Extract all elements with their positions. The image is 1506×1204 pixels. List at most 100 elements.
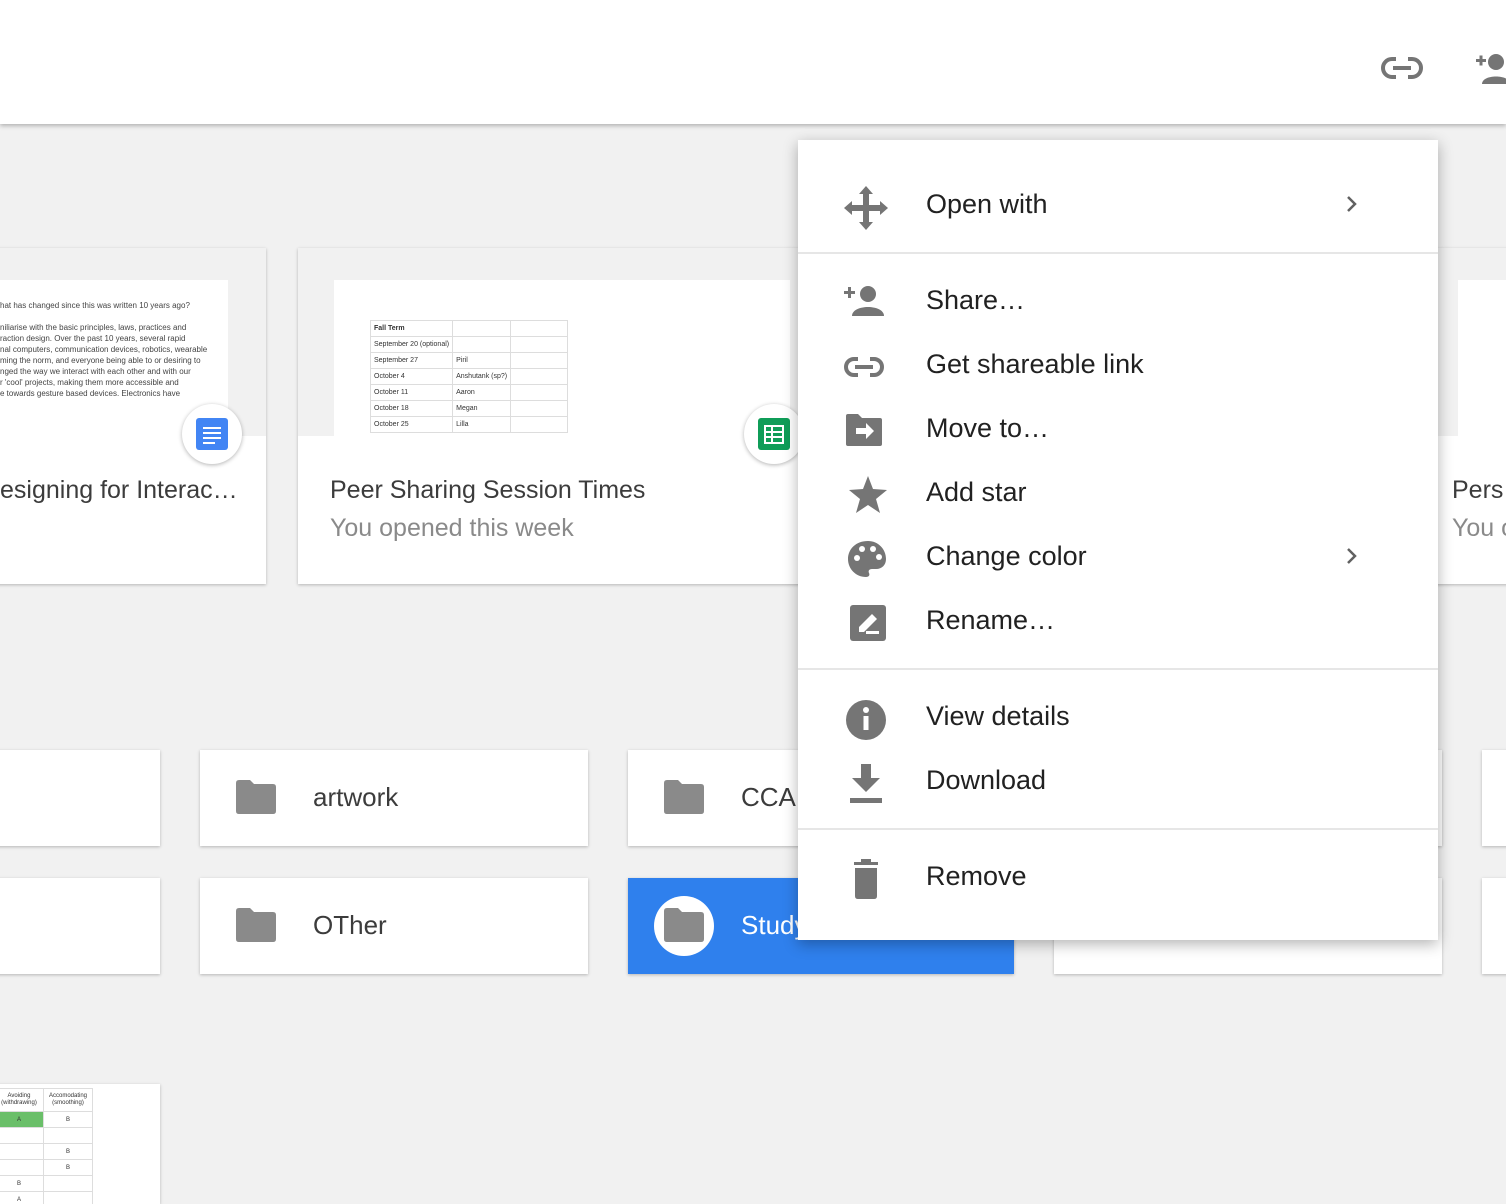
sheet-cell: October 11 [371,385,453,401]
sheet-cell [44,1176,93,1192]
add-person-icon [842,282,890,326]
card-subtitle: You opened this week [330,514,574,543]
sheet-cell [0,1128,44,1144]
menu-label: Open with [926,189,1048,220]
sheet-cell: B [44,1112,93,1128]
sheet-cell: Anshutank (sp?) [453,369,511,385]
sheet-cell: A [0,1192,44,1204]
doc-line: hat has changed since this was written 1… [0,300,228,311]
sheet-preview-table: Fall Term September 20 (optional) Septem… [370,320,568,433]
menu-label: Remove [926,861,1027,892]
menu-share[interactable]: Share… [798,268,1438,332]
info-icon [842,698,890,742]
sheet-cell: October 18 [371,401,453,417]
chevron-right-icon [1340,542,1364,570]
chevron-right-icon [1340,190,1364,218]
sheet-cell: B [44,1144,93,1160]
sheet-cell: September 27 [371,353,453,369]
menu-move-to[interactable]: Move to… [798,396,1438,460]
menu-remove[interactable]: Remove [798,844,1438,908]
sheet-cell: B [0,1176,44,1192]
card-subtitle: You o [1452,514,1506,543]
sheet-cell: Accomodating (smoothing) [44,1089,93,1112]
menu-label: Change color [926,541,1087,572]
get-link-icon[interactable] [1378,44,1426,92]
doc-line: nged the way we interact with each other… [0,366,228,377]
sheet-preview: Fall Term September 20 (optional) Septem… [334,280,790,436]
menu-rename[interactable]: Rename… [798,588,1438,652]
menu-divider [798,828,1438,830]
quick-access-card-doc[interactable]: hat has changed since this was written 1… [0,248,266,584]
menu-label: Add star [926,477,1027,508]
doc-line: nal computers, communication devices, ro… [0,344,228,355]
card-thumbnail: Fall Term September 20 (optional) Septem… [298,248,828,436]
sheet-cell [511,337,568,353]
link-icon [842,346,890,390]
sheet-cell: Aaron [453,385,511,401]
folder-icon [236,908,276,942]
palette-icon [842,538,890,582]
sheet-cell [44,1128,93,1144]
docs-icon [196,418,228,450]
folder-icon [236,780,276,814]
sheets-icon [758,418,790,450]
menu-view-details[interactable]: View details [798,684,1438,748]
trash-icon [842,858,890,902]
folder-tile-partial[interactable] [0,878,160,974]
sheet-cell: A [0,1112,44,1128]
file-card-sheet[interactable]: Avoiding (withdrawing) Accomodating (smo… [0,1084,160,1204]
menu-get-link[interactable]: Get shareable link [798,332,1438,396]
menu-label: Rename… [926,605,1055,636]
top-toolbar [0,0,1506,124]
folder-icon [664,780,704,814]
menu-divider [798,252,1438,254]
menu-change-color[interactable]: Change color [798,524,1438,588]
doc-line [0,311,228,322]
sheet-cell: September 20 (optional) [371,337,453,353]
sheet-cell: Fall Term [371,321,453,337]
sheet-cell: Lilla [453,417,511,433]
context-menu: Open with Share… Get shareable link Move… [798,140,1438,940]
sheet-cell [511,417,568,433]
menu-add-star[interactable]: Add star [798,460,1438,524]
sheet-cell: Megan [453,401,511,417]
menu-label: Share… [926,285,1025,316]
folder-icon [664,908,704,942]
folder-tile-partial[interactable] [1482,750,1506,846]
download-icon [842,762,890,806]
doc-line: niliarise with the basic principles, law… [0,322,228,333]
sheet-cell: Piril [453,353,511,369]
sheet-cell: October 25 [371,417,453,433]
menu-label: Download [926,765,1046,796]
card-title: Peer Sharing Session Times [330,476,645,505]
menu-open-with[interactable]: Open with [798,172,1438,236]
doc-line: raction design. Over the past 10 years, … [0,333,228,344]
sheet-cell [511,353,568,369]
rename-icon [842,602,890,646]
menu-divider [798,668,1438,670]
card-title: esigning for Interac… [0,476,238,505]
move-to-folder-icon [842,410,890,454]
menu-label: Get shareable link [926,349,1144,380]
sheet-cell [511,369,568,385]
card-title: Pers [1452,476,1503,505]
menu-label: Move to… [926,413,1049,444]
folder-name: artwork [313,782,398,813]
sheet-cell [453,321,511,337]
folder-tile-partial[interactable] [1482,878,1506,974]
doc-line: r 'cool' projects, making them more acce… [0,377,228,388]
quick-access-card-sheet[interactable]: Fall Term September 20 (optional) Septem… [298,248,828,584]
docs-type-badge [182,404,242,464]
menu-download[interactable]: Download [798,748,1438,812]
doc-line: ming the norm, and everyone being able t… [0,355,228,366]
sheet-cell: B [44,1160,93,1176]
sheet-cell [0,1160,44,1176]
sheet-cell [511,321,568,337]
doc-preview [1458,280,1506,436]
folder-tile-partial[interactable] [0,750,160,846]
add-person-icon[interactable] [1474,44,1506,92]
folder-other[interactable]: OTher [200,878,588,974]
sheet-cell [453,337,511,353]
menu-label: View details [926,701,1070,732]
folder-artwork[interactable]: artwork [200,750,588,846]
